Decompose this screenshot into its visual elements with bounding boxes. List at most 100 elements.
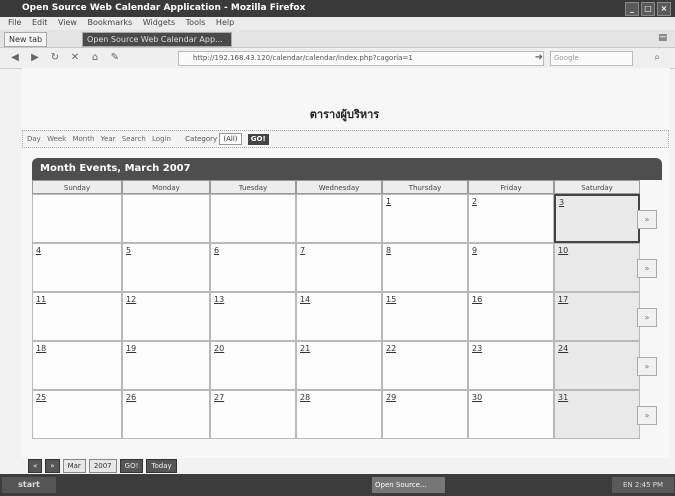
day-number-link[interactable]: 6 <box>214 246 219 255</box>
view-month-link[interactable]: Month <box>72 135 94 143</box>
day-number-link[interactable]: 24 <box>558 344 568 353</box>
day-number-link[interactable]: 3 <box>559 198 564 207</box>
day-number-link[interactable]: 15 <box>386 295 396 304</box>
day-number-link[interactable]: 18 <box>36 344 46 353</box>
year-select[interactable]: 2007 <box>88 459 117 473</box>
calendar-day-cell[interactable]: 1 <box>382 194 468 243</box>
calendar-day-cell[interactable]: 8 <box>382 243 468 292</box>
view-year-link[interactable]: Year <box>101 135 116 143</box>
bottom-go-button[interactable]: GO! <box>119 459 144 473</box>
day-number-link[interactable]: 29 <box>386 393 396 402</box>
tab-calendar[interactable]: Open Source Web Calendar App... <box>82 32 232 47</box>
calendar-day-cell[interactable]: 20 <box>210 341 296 390</box>
calendar-day-cell[interactable]: 11 <box>32 292 122 341</box>
calendar-day-cell[interactable]: 13 <box>210 292 296 341</box>
calendar-day-cell[interactable]: 15 <box>382 292 468 341</box>
calendar-day-cell[interactable]: 26 <box>122 390 210 439</box>
calendar-day-cell[interactable]: 12 <box>122 292 210 341</box>
go-arrow-icon[interactable]: ➜ <box>532 51 546 65</box>
day-number-link[interactable]: 31 <box>558 393 568 402</box>
day-number-link[interactable]: 28 <box>300 393 310 402</box>
maximize-button[interactable]: □ <box>641 2 655 16</box>
start-button[interactable]: start <box>2 477 56 493</box>
search-input[interactable]: Google <box>550 51 633 66</box>
day-number-link[interactable]: 9 <box>472 246 477 255</box>
calendar-day-cell[interactable]: 18 <box>32 341 122 390</box>
tab-list-icon[interactable]: ▤ <box>658 33 667 43</box>
day-number-link[interactable]: 19 <box>126 344 136 353</box>
day-number-link[interactable]: 30 <box>472 393 482 402</box>
menu-bookmarks[interactable]: Bookmarks <box>88 18 133 27</box>
search-icon[interactable]: ⌕ <box>650 51 664 65</box>
calendar-day-cell[interactable]: 24 <box>554 341 640 390</box>
day-number-link[interactable]: 2 <box>472 197 477 206</box>
stop-icon[interactable]: ✕ <box>68 51 82 65</box>
menu-view[interactable]: View <box>58 18 77 27</box>
calendar-day-cell[interactable]: 3 <box>554 194 640 243</box>
month-select[interactable]: Mar <box>62 459 86 473</box>
day-number-link[interactable]: 20 <box>214 344 224 353</box>
calendar-day-cell[interactable]: 27 <box>210 390 296 439</box>
day-number-link[interactable]: 16 <box>472 295 482 304</box>
go-button[interactable]: GO! <box>247 134 269 145</box>
reload-icon[interactable]: ↻ <box>48 51 62 65</box>
day-number-link[interactable]: 8 <box>386 246 391 255</box>
day-number-link[interactable]: 21 <box>300 344 310 353</box>
day-number-link[interactable]: 14 <box>300 295 310 304</box>
calendar-day-cell[interactable]: 19 <box>122 341 210 390</box>
login-link[interactable]: Login <box>152 135 171 143</box>
calendar-day-cell[interactable]: 17 <box>554 292 640 341</box>
day-number-link[interactable]: 11 <box>36 295 46 304</box>
close-button[interactable]: × <box>657 2 671 16</box>
calendar-day-cell[interactable]: 6 <box>210 243 296 292</box>
calendar-day-cell[interactable]: 30 <box>468 390 554 439</box>
url-input[interactable]: http://192.168.43.120/calendar/calendar/… <box>178 51 544 66</box>
calendar-day-cell[interactable]: 2 <box>468 194 554 243</box>
calendar-day-cell[interactable]: 25 <box>32 390 122 439</box>
calendar-day-cell[interactable]: 29 <box>382 390 468 439</box>
day-number-link[interactable]: 10 <box>558 246 568 255</box>
forward-icon[interactable]: ▶ <box>28 51 42 65</box>
home-icon[interactable]: ⌂ <box>88 51 102 65</box>
view-day-link[interactable]: Day <box>27 135 41 143</box>
menu-tools[interactable]: Tools <box>186 18 206 27</box>
day-number-link[interactable]: 7 <box>300 246 305 255</box>
week-view-button[interactable]: » <box>637 406 657 425</box>
edit-icon[interactable]: ✎ <box>108 51 122 65</box>
week-view-button[interactable]: » <box>637 357 657 376</box>
menu-file[interactable]: File <box>8 18 21 27</box>
day-number-link[interactable]: 1 <box>386 197 391 206</box>
day-number-link[interactable]: 13 <box>214 295 224 304</box>
menu-widgets[interactable]: Widgets <box>143 18 175 27</box>
day-number-link[interactable]: 12 <box>126 295 136 304</box>
search-link[interactable]: Search <box>122 135 146 143</box>
next-month-button[interactable]: » <box>45 459 60 473</box>
week-view-button[interactable]: » <box>637 308 657 327</box>
calendar-day-cell[interactable]: 5 <box>122 243 210 292</box>
calendar-day-cell[interactable]: 31 <box>554 390 640 439</box>
day-number-link[interactable]: 5 <box>126 246 131 255</box>
day-number-link[interactable]: 25 <box>36 393 46 402</box>
view-week-link[interactable]: Week <box>47 135 66 143</box>
menu-help[interactable]: Help <box>216 18 234 27</box>
category-select[interactable]: (All) <box>219 133 242 145</box>
minimize-button[interactable]: _ <box>625 2 639 16</box>
calendar-day-cell[interactable]: 14 <box>296 292 382 341</box>
tab-new[interactable]: New tab <box>4 32 48 47</box>
calendar-day-cell[interactable]: 28 <box>296 390 382 439</box>
week-view-button[interactable]: » <box>637 259 657 278</box>
calendar-day-cell[interactable]: 21 <box>296 341 382 390</box>
calendar-day-cell[interactable]: 7 <box>296 243 382 292</box>
menu-edit[interactable]: Edit <box>32 18 48 27</box>
taskbar-item-firefox[interactable]: Open Source... <box>372 477 445 493</box>
day-number-link[interactable]: 4 <box>36 246 41 255</box>
calendar-day-cell[interactable]: 22 <box>382 341 468 390</box>
prev-month-button[interactable]: « <box>28 459 43 473</box>
day-number-link[interactable]: 26 <box>126 393 136 402</box>
day-number-link[interactable]: 27 <box>214 393 224 402</box>
calendar-day-cell[interactable]: 10 <box>554 243 640 292</box>
calendar-day-cell[interactable]: 9 <box>468 243 554 292</box>
day-number-link[interactable]: 17 <box>558 295 568 304</box>
week-view-button[interactable]: » <box>637 210 657 229</box>
day-number-link[interactable]: 23 <box>472 344 482 353</box>
